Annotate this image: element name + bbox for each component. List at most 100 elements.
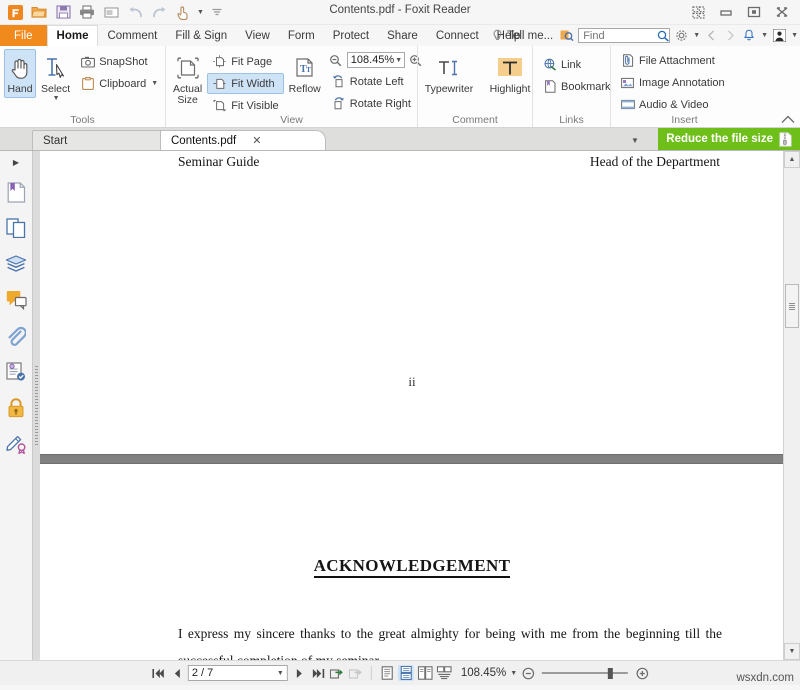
- search-text-icon[interactable]: [559, 28, 575, 44]
- ribbon-group-links: Link Bookmark Links: [532, 46, 610, 127]
- snapshot-label: SnapShot: [99, 56, 147, 68]
- menu-tab-comment[interactable]: Comment: [98, 25, 166, 46]
- scrollbar-thumb[interactable]: [785, 284, 799, 328]
- last-page-icon[interactable]: [310, 665, 326, 681]
- status-zoom-dropdown-icon[interactable]: ▼: [510, 670, 517, 677]
- previous-view-arrow-icon[interactable]: [703, 28, 719, 44]
- lightbulb-icon: [492, 29, 503, 42]
- actual-size-button[interactable]: Actual Size: [170, 49, 205, 109]
- hand-tool-button[interactable]: Hand: [4, 49, 36, 98]
- vertical-scrollbar[interactable]: ▲ ▼: [783, 151, 800, 660]
- clipboard-icon: [80, 76, 95, 91]
- select-dropdown-icon[interactable]: ▼: [53, 95, 60, 102]
- scroll-up-button[interactable]: ▲: [784, 151, 800, 168]
- highlight-button[interactable]: Highlight: [482, 49, 538, 98]
- previous-view-icon[interactable]: [329, 665, 345, 681]
- select-tool-button[interactable]: Select ▼: [38, 49, 73, 105]
- continuous-scroll-view-icon[interactable]: [398, 665, 414, 681]
- audio-video-button[interactable]: Audio & Video: [615, 94, 730, 115]
- document-viewport[interactable]: Seminar Guide Head of the Department ii …: [40, 151, 784, 660]
- sidebar-item-layers[interactable]: [3, 251, 29, 277]
- continuous-facing-view-icon[interactable]: [436, 665, 452, 681]
- reduce-file-size-button[interactable]: Reduce the file size: [658, 128, 800, 150]
- single-page-view-icon[interactable]: [379, 665, 395, 681]
- zoom-out-icon[interactable]: [520, 665, 536, 681]
- rotate-right-button[interactable]: Rotate Right: [326, 93, 426, 114]
- page-header-right: Head of the Department: [590, 154, 720, 170]
- sidebar-item-digital-signatures[interactable]: [3, 431, 29, 457]
- fit-visible-button[interactable]: Fit Visible: [207, 95, 283, 116]
- notifications-bell-icon[interactable]: [741, 28, 757, 44]
- sidebar-item-page-thumbnails[interactable]: [3, 215, 29, 241]
- menu-tab-protect[interactable]: Protect: [324, 25, 378, 46]
- menu-tab-form[interactable]: Form: [279, 25, 324, 46]
- notifications-dropdown-icon[interactable]: ▼: [761, 32, 768, 39]
- page-number-dropdown-icon[interactable]: ▼: [277, 670, 284, 677]
- file-attachment-button[interactable]: File Attachment: [615, 50, 730, 71]
- reflow-button[interactable]: TT Reflow: [286, 49, 324, 98]
- menu-tab-fill-sign[interactable]: Fill & Sign: [166, 25, 236, 46]
- scroll-down-button[interactable]: ▼: [784, 643, 800, 660]
- next-page-icon[interactable]: [291, 665, 307, 681]
- next-view-arrow-icon[interactable]: [722, 28, 738, 44]
- account-dropdown-icon[interactable]: ▼: [791, 32, 798, 39]
- expand-panel-icon[interactable]: ▶: [0, 151, 32, 173]
- zoom-level-input[interactable]: 108.45%▼: [347, 52, 405, 68]
- avatar[interactable]: [771, 28, 787, 44]
- image-annotation-button[interactable]: Image Annotation: [615, 72, 730, 93]
- close-icon[interactable]: [768, 1, 796, 23]
- clipboard-dropdown-icon[interactable]: ▼: [151, 80, 158, 87]
- settings-gear-icon[interactable]: [673, 28, 689, 44]
- find-input[interactable]: [581, 29, 657, 43]
- close-tab-icon[interactable]: ✕: [252, 134, 261, 147]
- menu-tab-view[interactable]: View: [236, 25, 279, 46]
- zoom-slider[interactable]: [542, 666, 628, 680]
- page-number-input[interactable]: 2 / 7 ▼: [188, 665, 288, 681]
- sidebar-item-stamps[interactable]: [3, 359, 29, 385]
- zoom-dropdown-icon[interactable]: ▼: [395, 57, 402, 64]
- fit-width-button[interactable]: Fit Width: [207, 73, 283, 94]
- menu-tab-home[interactable]: Home: [47, 25, 99, 46]
- fit-visible-icon: [212, 98, 227, 113]
- rotate-left-button[interactable]: Rotate Left: [326, 71, 426, 92]
- zoom-control: 108.45%▼: [326, 49, 426, 70]
- zoom-in-icon[interactable]: [634, 665, 650, 681]
- sidebar-item-comments[interactable]: [3, 287, 29, 313]
- digital-signature-icon: [6, 434, 27, 454]
- collapse-ribbon-icon[interactable]: [781, 115, 795, 124]
- bookmark-button[interactable]: Bookmark: [537, 76, 616, 97]
- find-search-icon[interactable]: [657, 30, 670, 42]
- link-button[interactable]: Link: [537, 54, 616, 75]
- tab-list-dropdown-icon[interactable]: ▼: [628, 133, 642, 147]
- zoom-level-value: 108.45%: [351, 54, 394, 66]
- clipboard-button[interactable]: Clipboard ▼: [75, 73, 163, 94]
- find-input-wrapper[interactable]: [578, 28, 670, 43]
- ribbon-group-links-label: Links: [533, 114, 610, 126]
- tell-me-label: Tell me...: [507, 30, 553, 42]
- typewriter-button[interactable]: Typewriter: [418, 49, 480, 98]
- tell-me-button[interactable]: Tell me...: [489, 29, 556, 42]
- zoom-slider-knob[interactable]: [608, 668, 613, 679]
- previous-page-icon[interactable]: [169, 665, 185, 681]
- link-label: Link: [561, 59, 581, 71]
- next-view-icon[interactable]: [348, 665, 364, 681]
- menu-tab-share[interactable]: Share: [378, 25, 427, 46]
- sidebar-item-bookmarks[interactable]: [3, 179, 29, 205]
- sidebar-item-attachments[interactable]: [3, 323, 29, 349]
- menu-tab-file[interactable]: File: [0, 25, 47, 46]
- zoom-out-icon[interactable]: [328, 52, 344, 68]
- maximize-icon[interactable]: [740, 1, 768, 23]
- status-bar-controls: 2 / 7 ▼: [150, 665, 650, 681]
- restore-layout-icon[interactable]: [684, 1, 712, 23]
- fit-page-button[interactable]: Fit Page: [207, 51, 283, 72]
- pane-splitter-grip[interactable]: [35, 366, 38, 446]
- sidebar-item-security[interactable]: [3, 395, 29, 421]
- minimize-icon[interactable]: [712, 1, 740, 23]
- doc-tab-start[interactable]: Start: [32, 130, 172, 150]
- doc-tab-contents-pdf[interactable]: Contents.pdf ✕: [160, 130, 326, 150]
- menu-tab-connect[interactable]: Connect: [427, 25, 488, 46]
- first-page-icon[interactable]: [150, 665, 166, 681]
- snapshot-button[interactable]: SnapShot: [75, 51, 163, 72]
- settings-dropdown-icon[interactable]: ▼: [693, 32, 700, 39]
- facing-view-icon[interactable]: [417, 665, 433, 681]
